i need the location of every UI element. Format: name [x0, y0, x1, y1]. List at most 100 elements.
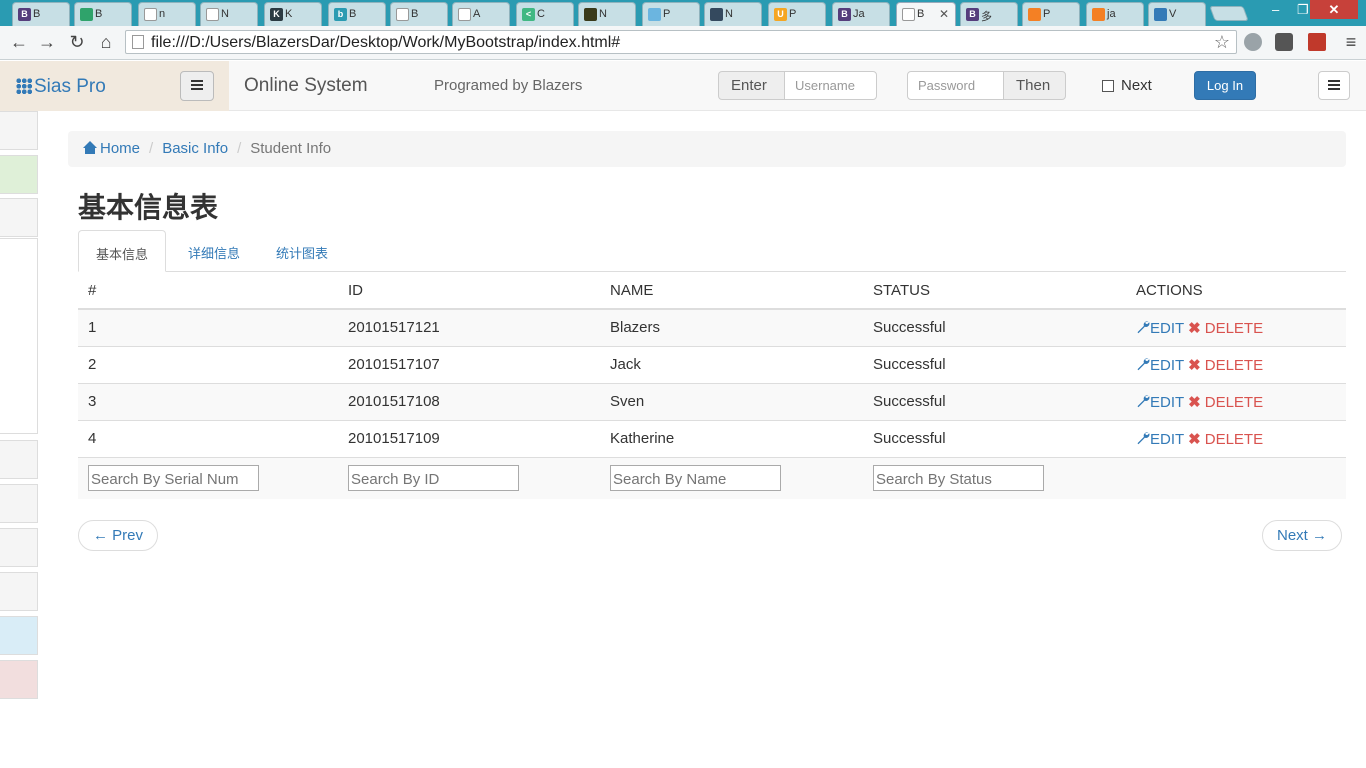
back-icon[interactable]: ←	[8, 32, 30, 53]
sidebar-item-7[interactable]	[0, 572, 38, 611]
browser-tab[interactable]: ja	[1086, 2, 1144, 26]
tab-favicon-icon: B	[18, 8, 31, 21]
next-checkbox[interactable]	[1102, 80, 1114, 92]
tab-basic-info[interactable]: 基本信息	[78, 230, 166, 272]
tab-title: N	[599, 8, 607, 20]
browser-tab[interactable]: B	[390, 2, 448, 26]
browser-tab[interactable]: < C	[516, 2, 574, 26]
remove-icon: ✖	[1188, 356, 1201, 374]
search-status-input[interactable]	[873, 465, 1044, 492]
edit-button[interactable]: EDIT	[1136, 320, 1184, 337]
tab-close-icon[interactable]: ✕	[939, 7, 949, 21]
globe-extension-icon[interactable]	[1244, 33, 1262, 51]
browser-tab[interactable]: N	[704, 2, 762, 26]
remove-icon: ✖	[1188, 430, 1201, 448]
navbar-subtitle: Programed by Blazers	[434, 77, 583, 94]
table-cell: 20101517121	[338, 308, 600, 346]
next-button[interactable]: Next →	[1262, 520, 1343, 551]
tab-detail-info[interactable]: 详细信息	[170, 230, 258, 272]
table-header-row: # ID NAME STATUS ACTIONS	[78, 272, 1346, 310]
puzzle-extension-icon[interactable]	[1275, 33, 1293, 51]
delete-button[interactable]: ✖ DELETE	[1188, 431, 1263, 448]
chrome-menu-icon[interactable]: ≡	[1340, 32, 1362, 53]
breadcrumb-basic-info[interactable]: Basic Info	[162, 140, 228, 157]
tab-favicon-icon: b	[334, 8, 347, 21]
browser-tab[interactable]: UP	[768, 2, 826, 26]
username-input[interactable]: Username	[784, 71, 877, 100]
sidebar-item-3[interactable]	[0, 198, 38, 237]
browser-tab[interactable]: n	[138, 2, 196, 26]
new-tab-button[interactable]	[1209, 6, 1249, 21]
reload-icon[interactable]: ↻	[66, 32, 88, 53]
minimize-icon[interactable]: –	[1272, 2, 1279, 17]
browser-tab[interactable]: P	[642, 2, 700, 26]
delete-button[interactable]: ✖ DELETE	[1188, 394, 1263, 411]
navbar-menu-button[interactable]	[1318, 71, 1350, 100]
search-cell	[78, 456, 338, 499]
browser-tab[interactable]: BB	[12, 2, 70, 26]
forward-icon[interactable]: →	[36, 32, 58, 53]
breadcrumb-home[interactable]: Home	[83, 140, 140, 157]
tab-statistics-chart[interactable]: 统计图表	[258, 230, 346, 272]
browser-tab[interactable]: P	[1022, 2, 1080, 26]
browser-tab[interactable]: N	[578, 2, 636, 26]
browser-tab[interactable]: KK	[264, 2, 322, 26]
sidebar-toggle-button[interactable]	[180, 71, 214, 101]
table-cell: 4	[78, 419, 338, 457]
delete-label: DELETE	[1204, 356, 1264, 374]
table-cell: Blazers	[600, 308, 863, 346]
window-close-button[interactable]: ✕	[1310, 0, 1358, 19]
sidebar-item-6[interactable]	[0, 528, 38, 567]
restore-icon[interactable]: ❐	[1297, 2, 1309, 18]
table-cell: Successful	[863, 382, 1126, 420]
search-row	[78, 456, 1346, 499]
browser-tab[interactable]: bB	[328, 2, 386, 26]
tab-title: B	[349, 8, 357, 20]
list-icon	[191, 80, 203, 92]
brand-link[interactable]: Sias Pro	[16, 76, 106, 98]
tab-favicon-icon: U	[774, 8, 787, 21]
sidebar-item-success[interactable]	[0, 155, 38, 194]
address-bar[interactable]: file:///D:/Users/BlazersDar/Desktop/Work…	[125, 30, 1237, 54]
remove-icon: ✖	[1188, 319, 1201, 337]
sidebar-item-5[interactable]	[0, 484, 38, 523]
home-icon[interactable]: ⌂	[95, 32, 117, 53]
bookmark-star-icon[interactable]: ☆	[1214, 32, 1230, 53]
browser-tab[interactable]: B Ja	[832, 2, 890, 26]
browser-tab[interactable]: N	[200, 2, 258, 26]
browser-tab[interactable]: B多	[960, 2, 1018, 26]
search-serial-input[interactable]	[88, 465, 259, 492]
column-header: #	[78, 272, 338, 310]
search-id-input[interactable]	[348, 465, 519, 492]
delete-label: DELETE	[1204, 319, 1264, 337]
tab-title: 多	[981, 11, 992, 23]
browser-tab[interactable]: A	[452, 2, 510, 26]
wrench-icon	[1137, 357, 1150, 370]
tab-favicon-icon	[584, 8, 597, 21]
table-row: 2 20101517107 Jack Successful EDIT ✖ DELETE	[78, 345, 1346, 383]
sidebar-item-danger[interactable]	[0, 660, 38, 699]
wrench-icon	[1137, 321, 1150, 333]
sidebar-item-info[interactable]	[0, 616, 38, 655]
login-button[interactable]: Log In	[1194, 71, 1256, 100]
delete-button[interactable]: ✖ DELETE	[1188, 357, 1263, 374]
tab-favicon-icon: K	[270, 8, 283, 21]
bookmark-extension-icon[interactable]	[1308, 33, 1326, 51]
browser-tab[interactable]: B	[74, 2, 132, 26]
prev-button[interactable]: ← Prev	[78, 520, 159, 551]
browser-tab[interactable]: B ✕	[896, 2, 956, 27]
edit-button[interactable]: EDIT	[1136, 431, 1184, 448]
browser-tab[interactable]: V	[1148, 2, 1206, 26]
tab-title: V	[1169, 8, 1177, 20]
sidebar-item-1[interactable]	[0, 111, 38, 150]
search-name-input[interactable]	[610, 465, 781, 492]
edit-button[interactable]: EDIT	[1136, 394, 1184, 411]
actions-cell: EDIT ✖ DELETE	[1126, 419, 1346, 457]
tab-title: P	[663, 8, 671, 20]
tab-favicon-icon	[1154, 8, 1167, 21]
edit-button[interactable]: EDIT	[1136, 357, 1184, 374]
password-input[interactable]: Password	[907, 71, 1004, 100]
delete-button[interactable]: ✖ DELETE	[1188, 320, 1263, 337]
sidebar-item-4[interactable]	[0, 440, 38, 479]
tab-favicon-icon: B	[838, 8, 851, 21]
